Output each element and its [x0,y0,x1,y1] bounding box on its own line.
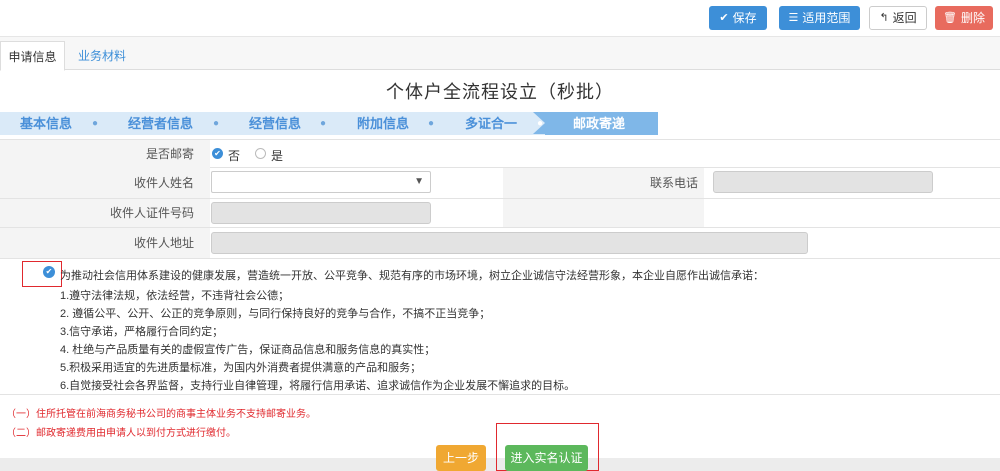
step-separator-dot: ● [428,118,435,129]
recipient-id-input[interactable] [211,202,431,224]
step-postal-delivery[interactable]: 邮政寄递 [573,112,625,135]
radio-yes-label: 是 [271,149,284,163]
note-line: （二）邮政寄递费用由申请人以到付方式进行缴付。 [6,428,236,439]
step-operator-info[interactable]: 经营者信息 [128,112,193,135]
promise-item: 6.自觉接受社会各界监督，支持行业自律管理，将履行信用承诺、追求诚信作为企业发展… [60,380,576,392]
delete-button-label: 删除 [960,11,985,25]
promise-item: 5.积极采用适宜的先进质量标准，为国内外消费者提供满意的产品和服务； [60,362,422,374]
integrity-promise: ✔ 为推动社会信用体系建设的健康发展，营造统一开放、公平竞争、规范有序的市场环境… [0,258,1000,395]
trash-icon: 🗑 [943,12,957,24]
form-row-address: 收件人地址 [0,228,1000,259]
recipient-name-select[interactable]: ▼ [211,171,431,193]
caret-down-icon: ▼ [414,176,424,187]
step-separator-dot: ● [320,118,327,129]
step-separator-dot: ● [213,118,220,129]
empty-label-cell [503,199,704,227]
form-row-name-phone: 收件人姓名 ▼ 联系电话 [0,168,1000,199]
back-button-label: 返回 [892,11,917,25]
promise-checkbox[interactable]: ✔ [43,266,55,278]
step-separator-dot: ● [92,118,99,129]
step-business-info[interactable]: 经营信息 [249,112,301,135]
step-progress-bar: 基本信息 ● 经营者信息 ● 经营信息 ● 附加信息 ● 多证合一 ● 邮政寄递 [0,112,658,135]
scope-button-label: 适用范围 [802,11,851,25]
step-multi-license[interactable]: 多证合一 [465,112,517,135]
step-separator-dot: ● [537,118,544,129]
recipient-name-label: 收件人姓名 [0,168,210,198]
reply-arrow-icon: ↰ [879,12,889,24]
scope-button[interactable]: ☰ 适用范围 [779,6,860,30]
promise-item: 3.信守承诺，严格履行合同约定； [60,326,224,338]
top-toolbar: ✔ 保存 ☰ 适用范围 ↰ 返回 🗑 删除 [0,0,1000,37]
phone-input[interactable] [713,171,933,193]
step-additional-info[interactable]: 附加信息 [357,112,409,135]
radio-yes[interactable] [255,148,266,159]
highlight-box [22,261,62,287]
promise-item: 4. 杜绝与产品质量有关的虚假宣传广告，保证商品信息和服务信息的真实性； [60,344,436,356]
step-basic-info[interactable]: 基本信息 [20,112,72,135]
tab-application-info[interactable]: 申请信息 [0,41,65,71]
previous-step-button[interactable]: 上一步 [436,445,486,471]
form-row-mail: 是否邮寄 ✔ 否 是 [0,139,1000,168]
radio-no-label: 否 [228,149,241,163]
page-title: 个体户全流程设立（秒批） [386,82,614,102]
recipient-id-label: 收件人证件号码 [0,199,210,227]
save-button-label: 保存 [732,11,757,25]
radio-no[interactable]: ✔ [212,148,223,159]
back-button[interactable]: ↰ 返回 [869,6,927,30]
list-icon: ☰ [788,12,799,24]
form-row-id: 收件人证件号码 [0,199,1000,228]
recipient-address-label: 收件人地址 [0,228,210,258]
promise-intro: 为推动社会信用体系建设的健康发展，营造统一开放、公平竞争、规范有序的市场环境，树… [60,270,764,282]
delete-button[interactable]: 🗑 删除 [935,6,993,30]
check-icon: ✔ [719,12,729,24]
save-button[interactable]: ✔ 保存 [709,6,767,30]
phone-label: 联系电话 [503,168,704,198]
tab-bar: 申请信息 业务材料 [0,37,1000,71]
note-line: （一）住所托管在前海商务秘书公司的商事主体业务不支持邮寄业务。 [6,409,316,420]
recipient-address-input[interactable] [211,232,808,254]
promise-item: 1.遵守法律法规，依法经营，不违背社会公德； [60,290,290,302]
mail-label: 是否邮寄 [0,140,210,168]
real-name-auth-button[interactable]: 进入实名认证 [505,445,588,471]
promise-item: 2. 遵循公平、公开、公正的竞争原则，与同行保持良好的竞争与合作，不搞不正当竞争… [60,308,491,320]
tab-business-materials[interactable]: 业务材料 [66,41,138,71]
